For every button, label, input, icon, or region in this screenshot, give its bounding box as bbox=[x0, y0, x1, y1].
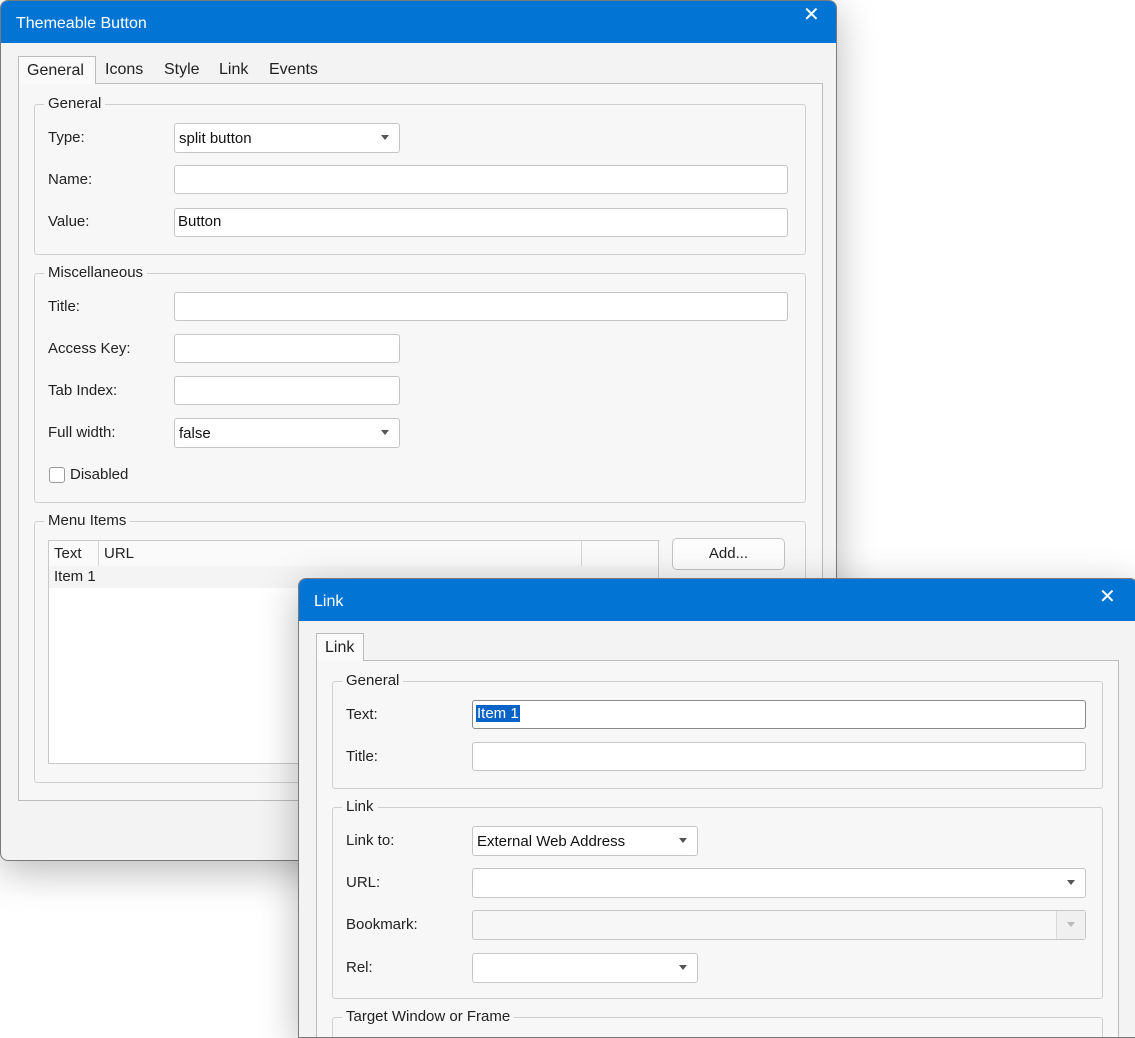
general-fieldset: General Text: Item 1 Title: bbox=[332, 672, 1103, 789]
text-input[interactable]: Item 1 bbox=[472, 700, 1086, 729]
text-input-value: Item 1 bbox=[476, 705, 520, 722]
disabled-label: Disabled bbox=[70, 466, 129, 483]
value-input[interactable]: Button bbox=[174, 208, 788, 237]
access-key-label: Access Key: bbox=[48, 340, 131, 357]
title-input[interactable] bbox=[472, 742, 1086, 771]
row-url-cell bbox=[99, 566, 104, 588]
row-text-cell: Item 1 bbox=[54, 568, 96, 585]
rel-label: Rel: bbox=[346, 959, 373, 976]
tab-general[interactable]: General bbox=[18, 56, 96, 84]
menu-items-legend: Menu Items bbox=[44, 512, 131, 529]
close-icon[interactable]: ✕ bbox=[803, 5, 820, 25]
full-width-label: Full width: bbox=[48, 424, 116, 441]
link-to-select-value: External Web Address bbox=[477, 833, 626, 850]
tab-panel-link: General Text: Item 1 Title: Link Link to… bbox=[316, 660, 1119, 1037]
grid-header: Text URL bbox=[49, 541, 658, 567]
text-label: Text: bbox=[346, 706, 378, 723]
full-width-select-value: false bbox=[179, 425, 211, 442]
type-select[interactable]: split button bbox=[174, 123, 400, 153]
tab-icons[interactable]: Icons bbox=[97, 56, 151, 83]
miscellaneous-legend: Miscellaneous bbox=[44, 264, 148, 281]
miscellaneous-fieldset: Miscellaneous Title: Access Key: Tab Ind… bbox=[34, 264, 806, 503]
tab-link[interactable]: Link bbox=[211, 56, 256, 83]
rel-select[interactable] bbox=[472, 953, 698, 983]
url-combobox[interactable] bbox=[472, 868, 1086, 898]
name-input[interactable] bbox=[174, 165, 788, 194]
title-label: Title: bbox=[48, 298, 80, 315]
tab-bar: Link bbox=[316, 633, 1119, 661]
chevron-down-icon bbox=[381, 135, 389, 140]
tab-bar: General Icons Style Link Events bbox=[18, 56, 823, 84]
chevron-down-icon bbox=[1067, 922, 1075, 927]
general-legend: General bbox=[44, 95, 106, 112]
link-to-label: Link to: bbox=[346, 832, 395, 849]
dialog-title: Themeable Button bbox=[16, 15, 147, 32]
title-input[interactable] bbox=[174, 292, 788, 321]
link-to-select[interactable]: External Web Address bbox=[472, 826, 698, 856]
link-dialog: Link ✕ Link General Text: Item 1 Title: … bbox=[298, 578, 1135, 1038]
close-icon[interactable]: ✕ bbox=[1099, 587, 1116, 607]
chevron-down-icon bbox=[1067, 880, 1075, 885]
url-label: URL: bbox=[346, 874, 381, 891]
dialog-titlebar[interactable]: Themeable Button ✕ bbox=[1, 1, 836, 43]
tab-style[interactable]: Style bbox=[156, 56, 208, 83]
type-select-value: split button bbox=[179, 130, 252, 147]
dialog-title: Link bbox=[314, 593, 344, 610]
title-label: Title: bbox=[346, 748, 378, 765]
column-header-url[interactable]: URL bbox=[99, 541, 582, 566]
type-label: Type: bbox=[48, 129, 85, 146]
link-fieldset: Link Link to: External Web Address URL: … bbox=[332, 798, 1103, 999]
target-fieldset: Target Window or Frame bbox=[332, 1008, 1103, 1037]
full-width-select[interactable]: false bbox=[174, 418, 400, 448]
general-legend: General bbox=[342, 672, 404, 689]
bookmark-combobox[interactable] bbox=[472, 910, 1086, 940]
tab-index-label: Tab Index: bbox=[48, 382, 118, 399]
add-button[interactable]: Add... bbox=[672, 538, 785, 570]
bookmark-label: Bookmark: bbox=[346, 916, 418, 933]
disabled-checkbox[interactable] bbox=[49, 467, 65, 483]
general-fieldset: General Type: split button Name: Value: … bbox=[34, 95, 806, 255]
dialog-titlebar[interactable]: Link ✕ bbox=[299, 579, 1135, 621]
tab-link[interactable]: Link bbox=[316, 633, 364, 661]
chevron-down-icon bbox=[679, 838, 687, 843]
name-label: Name: bbox=[48, 171, 93, 188]
target-legend: Target Window or Frame bbox=[342, 1008, 515, 1025]
column-header-text[interactable]: Text bbox=[49, 541, 99, 566]
link-legend: Link bbox=[342, 798, 378, 815]
tab-index-input[interactable] bbox=[174, 376, 400, 405]
tab-events[interactable]: Events bbox=[261, 56, 326, 83]
chevron-down-icon bbox=[381, 430, 389, 435]
value-label: Value: bbox=[48, 213, 90, 230]
access-key-input[interactable] bbox=[174, 334, 400, 363]
chevron-down-icon bbox=[679, 965, 687, 970]
